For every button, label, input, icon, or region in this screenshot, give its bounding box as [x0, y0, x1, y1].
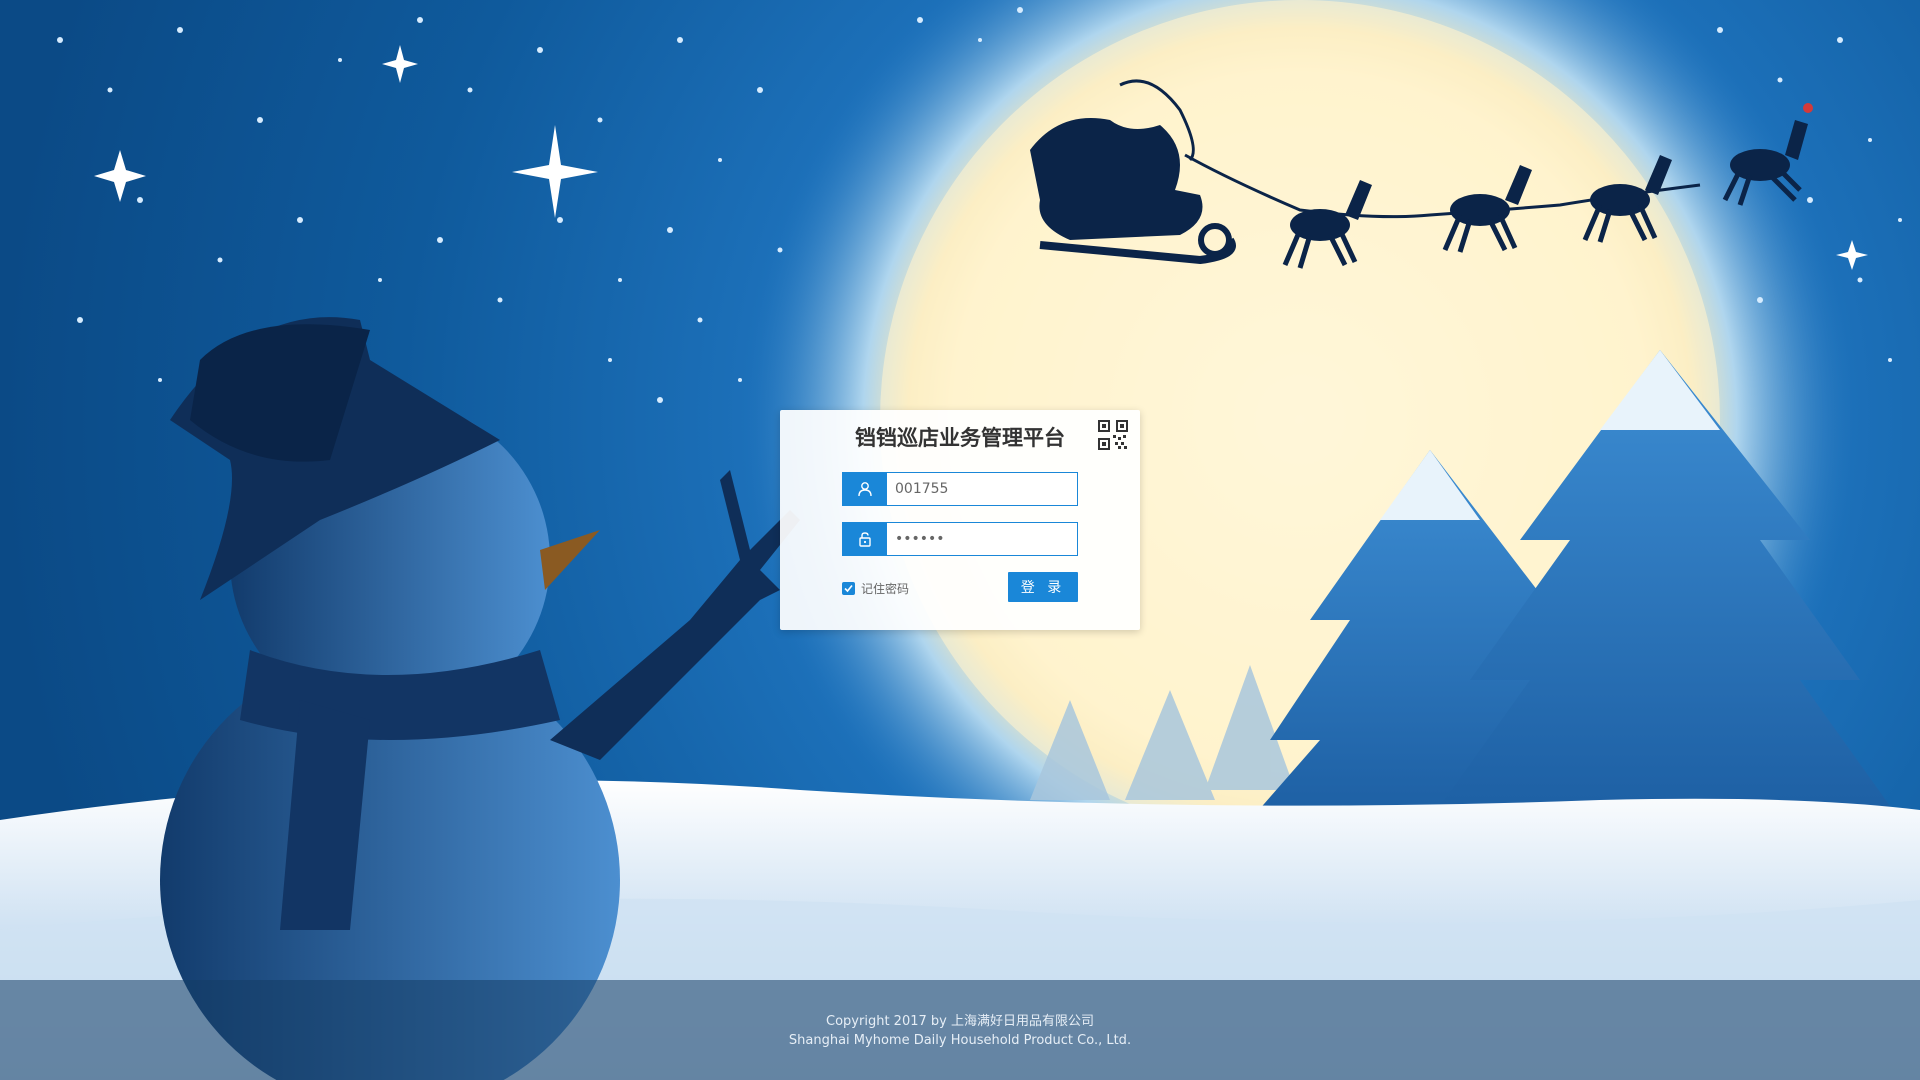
login-card: 铛铛巡店业务管理平台 001755 •••••• 记住密码 登 录 [780, 410, 1140, 630]
footer-band [0, 980, 1920, 1080]
check-icon[interactable] [842, 582, 855, 595]
qr-code-icon[interactable] [1098, 420, 1128, 450]
remember-password-label: 记住密码 [861, 582, 910, 596]
page-title: 铛铛巡店业务管理平台 [855, 426, 1065, 450]
password-field [842, 522, 1078, 556]
lock-icon [843, 523, 887, 555]
username-input[interactable] [895, 473, 1071, 505]
username-field [842, 472, 1078, 506]
copyright-text: Copyright 2017 by 上海满好日用品有限公司 [826, 1014, 1094, 1029]
remember-password-checkbox[interactable]: 记住密码 [842, 580, 909, 597]
password-input[interactable] [895, 523, 1071, 555]
user-icon [843, 473, 887, 505]
login-button[interactable]: 登 录 [1008, 572, 1078, 602]
company-name-text: Shanghai Myhome Daily Household Product … [788, 1033, 1132, 1048]
